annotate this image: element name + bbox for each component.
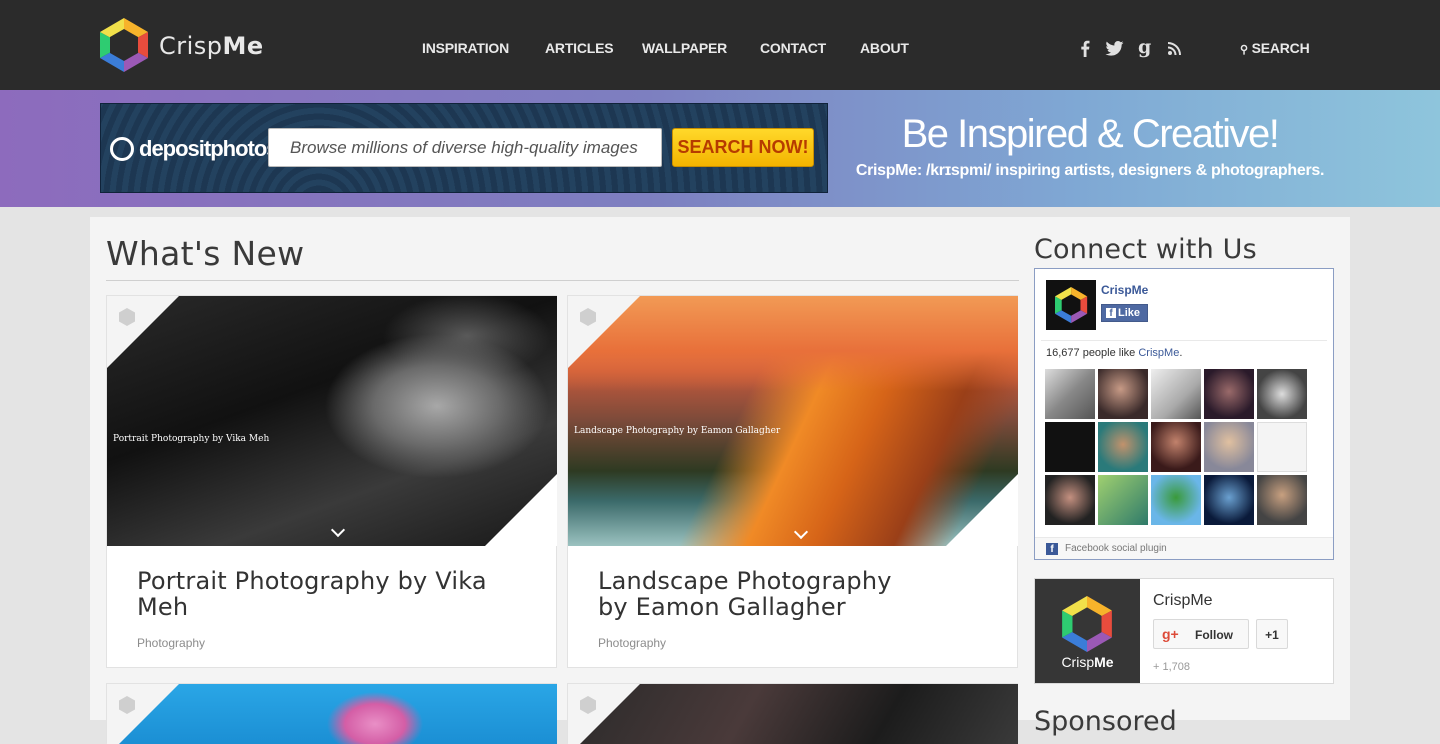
divider	[106, 280, 1019, 281]
ad-search-input[interactable]: Browse millions of diverse high-quality …	[268, 128, 662, 167]
image-corner	[107, 296, 179, 368]
ad-search-button[interactable]: SEARCH NOW!	[672, 128, 814, 167]
post-category[interactable]: Photography	[598, 636, 666, 650]
post-image[interactable]	[107, 684, 557, 744]
whats-new-heading: What's New	[106, 234, 305, 273]
like-count: 16,677 people like CrispMe.	[1046, 347, 1183, 359]
gplus-logo-text: CrispMe	[1061, 654, 1114, 670]
fan-avatar[interactable]	[1098, 422, 1148, 472]
post-card[interactable]: Landscape Photography by Eamon Gallagher…	[567, 295, 1018, 668]
image-caption: Landscape Photography by Eamon Gallagher	[574, 426, 781, 436]
page-avatar[interactable]	[1046, 280, 1096, 330]
fan-avatar[interactable]	[1151, 475, 1201, 525]
image-corner	[485, 474, 557, 546]
connect-heading: Connect with Us	[1034, 234, 1257, 265]
chevron-down-icon[interactable]	[793, 524, 809, 540]
post-image[interactable]	[568, 684, 1018, 744]
tagline-title: Be Inspired & Creative!	[901, 112, 1280, 156]
post-title[interactable]: Landscape Photography by Eamon Gallagher	[598, 568, 928, 620]
image-corner	[568, 684, 640, 744]
facebook-like-button[interactable]: f Like	[1101, 304, 1148, 322]
search-button[interactable]: ⚲ SEARCH	[1240, 40, 1310, 56]
gplus-plus-one-button[interactable]: +1	[1256, 619, 1288, 649]
tagline-subtitle: CrispMe: /krɪspmi/ inspiring artists, de…	[855, 162, 1325, 179]
nav-about[interactable]: ABOUT	[860, 40, 909, 56]
fan-avatar[interactable]	[1045, 369, 1095, 419]
crispme-logo-icon	[1062, 596, 1112, 652]
fan-avatar[interactable]	[1257, 369, 1307, 419]
post-category[interactable]: Photography	[137, 636, 205, 650]
page-name[interactable]: CrispMe	[1101, 283, 1148, 297]
fan-avatar[interactable]	[1151, 422, 1201, 472]
fan-avatar[interactable]	[1151, 369, 1201, 419]
fan-avatar[interactable]	[1098, 369, 1148, 419]
nav-wallpaper[interactable]: WALLPAPER	[642, 40, 727, 56]
image-caption: Portrait Photography by Vika Meh	[113, 434, 270, 444]
fan-avatar[interactable]	[1204, 422, 1254, 472]
gplus-page-logo[interactable]: CrispMe	[1035, 579, 1140, 683]
gplus-page-name[interactable]: CrispMe	[1153, 592, 1213, 610]
chevron-down-icon[interactable]	[330, 522, 346, 538]
sponsored-heading: Sponsored	[1034, 706, 1177, 737]
rss-icon[interactable]	[1168, 42, 1181, 55]
ad-brand[interactable]: depositphotos	[139, 136, 279, 162]
fan-avatar[interactable]	[1204, 475, 1254, 525]
google-plus-icon: g+	[1162, 626, 1179, 642]
post-image[interactable]: Portrait Photography by Vika Meh	[107, 296, 557, 546]
facebook-icon[interactable]	[1080, 40, 1090, 57]
crispme-logo-icon[interactable]	[100, 18, 148, 72]
facebook-icon: f	[1106, 308, 1116, 319]
image-corner	[946, 474, 1018, 546]
fan-avatar[interactable]	[1098, 475, 1148, 525]
fan-avatar[interactable]	[1204, 369, 1254, 419]
fan-avatar[interactable]	[1045, 422, 1095, 472]
google-plus-badge: CrispMe CrispMe g+ Follow +1 + 1,708	[1034, 578, 1334, 684]
nav-articles[interactable]: ARTICLES	[545, 40, 614, 56]
post-card[interactable]	[106, 683, 557, 744]
post-image[interactable]: Landscape Photography by Eamon Gallagher	[568, 296, 1018, 546]
google-plus-icon[interactable]: g	[1138, 36, 1151, 58]
fan-avatar[interactable]	[1045, 475, 1095, 525]
search-icon: ⚲	[1240, 44, 1248, 56]
twitter-icon[interactable]	[1105, 41, 1124, 56]
post-card[interactable]: Portrait Photography by Vika Meh Portrai…	[106, 295, 557, 668]
nav-contact[interactable]: CONTACT	[760, 40, 826, 56]
fan-avatar[interactable]	[1257, 422, 1307, 472]
divider	[1041, 340, 1327, 341]
camera-icon	[110, 137, 134, 161]
crispme-logo-icon	[1055, 287, 1088, 324]
image-corner	[107, 684, 179, 744]
post-title[interactable]: Portrait Photography by Vika Meh	[137, 568, 537, 620]
image-corner	[568, 296, 640, 368]
site-logo-text[interactable]: CrispMe	[159, 32, 264, 60]
fan-avatar[interactable]	[1257, 475, 1307, 525]
nav-inspiration[interactable]: INSPIRATION	[422, 40, 509, 56]
facebook-plugin-footer: f Facebook social plugin	[1035, 537, 1333, 559]
post-card[interactable]	[567, 683, 1018, 744]
facebook-like-box: CrispMe f Like 16,677 people like CrispMe…	[1034, 268, 1334, 560]
gplus-follow-button[interactable]: g+ Follow	[1153, 619, 1249, 649]
gplus-follower-count: + 1,708	[1153, 661, 1191, 673]
facebook-icon: f	[1046, 543, 1058, 555]
